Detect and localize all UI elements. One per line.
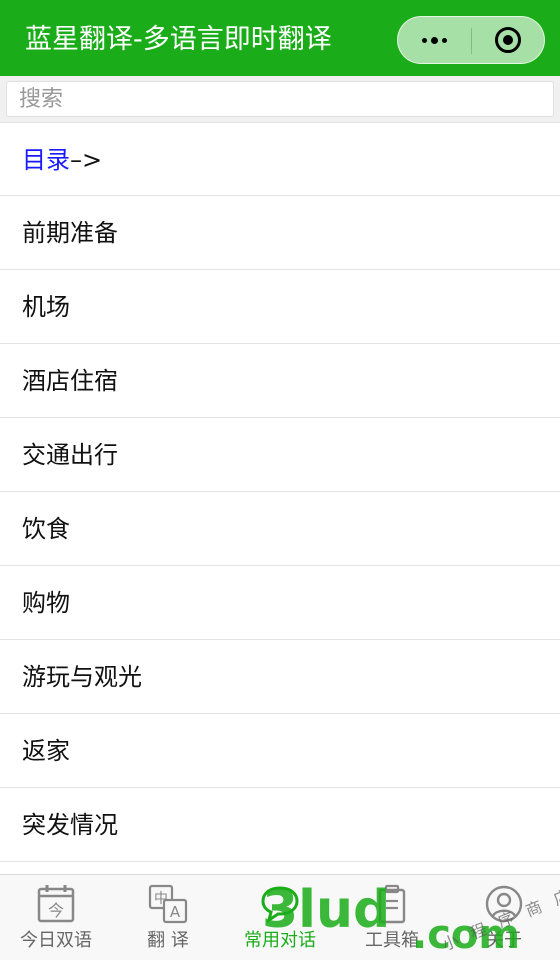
tab-label: 工具箱 — [365, 930, 419, 951]
list-item[interactable]: 交通出行 — [0, 418, 560, 492]
list-item[interactable]: 返家 — [0, 714, 560, 788]
toolbox-icon — [378, 884, 406, 924]
translate-icon: 中 A — [148, 884, 188, 924]
list-item[interactable]: 机场 — [0, 270, 560, 344]
list-item-label: 饮食 — [22, 515, 70, 543]
list-item[interactable]: 购物 — [0, 566, 560, 640]
list-item[interactable]: 饮食 — [0, 492, 560, 566]
list-item-label: 交通出行 — [22, 441, 118, 469]
list-item-label: 前期准备 — [22, 219, 118, 247]
list-item[interactable]: 前期准备 — [0, 196, 560, 270]
search-input[interactable] — [19, 84, 539, 114]
catalog-arrow: –> — [70, 146, 103, 174]
tab-label: 关于 — [486, 930, 522, 951]
svg-text:A: A — [170, 903, 181, 921]
search-box — [6, 81, 554, 117]
mini-program-capsule — [397, 16, 545, 64]
tab-label: 常用对话 — [244, 930, 316, 951]
app-title: 蓝星翻译-多语言即时翻译 — [25, 24, 332, 55]
tab-daily-bilingual[interactable]: 今 今日双语 — [0, 875, 112, 960]
user-icon — [485, 885, 523, 923]
tab-label: 今日双语 — [20, 930, 92, 951]
catalog-label: 目录 — [22, 146, 70, 174]
search-bar — [0, 76, 560, 122]
list-item-label: 酒店住宿 — [22, 367, 118, 395]
tab-about[interactable]: 关于 — [448, 875, 560, 960]
list-item-label: 返家 — [22, 737, 70, 765]
topic-list: 目录–> 前期准备 机场 酒店住宿 交通出行 饮食 购物 游玩与观光 返家 突发… — [0, 122, 560, 862]
tab-label: 翻 译 — [147, 930, 189, 951]
svg-text:今: 今 — [48, 901, 64, 920]
list-item[interactable]: 酒店住宿 — [0, 344, 560, 418]
chat-bubble-icon — [261, 886, 299, 924]
more-dots-icon[interactable] — [398, 17, 471, 63]
navigation-bar: 蓝星翻译-多语言即时翻译 — [0, 0, 560, 76]
list-item-label: 突发情况 — [22, 811, 118, 839]
list-item-label: 游玩与观光 — [22, 663, 142, 691]
list-item-label: 机场 — [22, 293, 70, 321]
tab-translate[interactable]: 中 A 翻 译 — [112, 875, 224, 960]
list-item[interactable]: 游玩与观光 — [0, 640, 560, 714]
list-item[interactable]: 突发情况 — [0, 788, 560, 862]
calendar-icon: 今 — [37, 885, 75, 923]
tab-common-dialogues[interactable]: 常用对话 — [224, 875, 336, 960]
tab-toolbox[interactable]: 工具箱 — [336, 875, 448, 960]
list-item-label: 购物 — [22, 589, 70, 617]
target-close-icon[interactable] — [472, 17, 544, 63]
catalog-link[interactable]: 目录–> — [0, 122, 560, 196]
tab-bar: 今 今日双语 中 A 翻 译 常用对话 工具箱 关于 — [0, 874, 560, 960]
